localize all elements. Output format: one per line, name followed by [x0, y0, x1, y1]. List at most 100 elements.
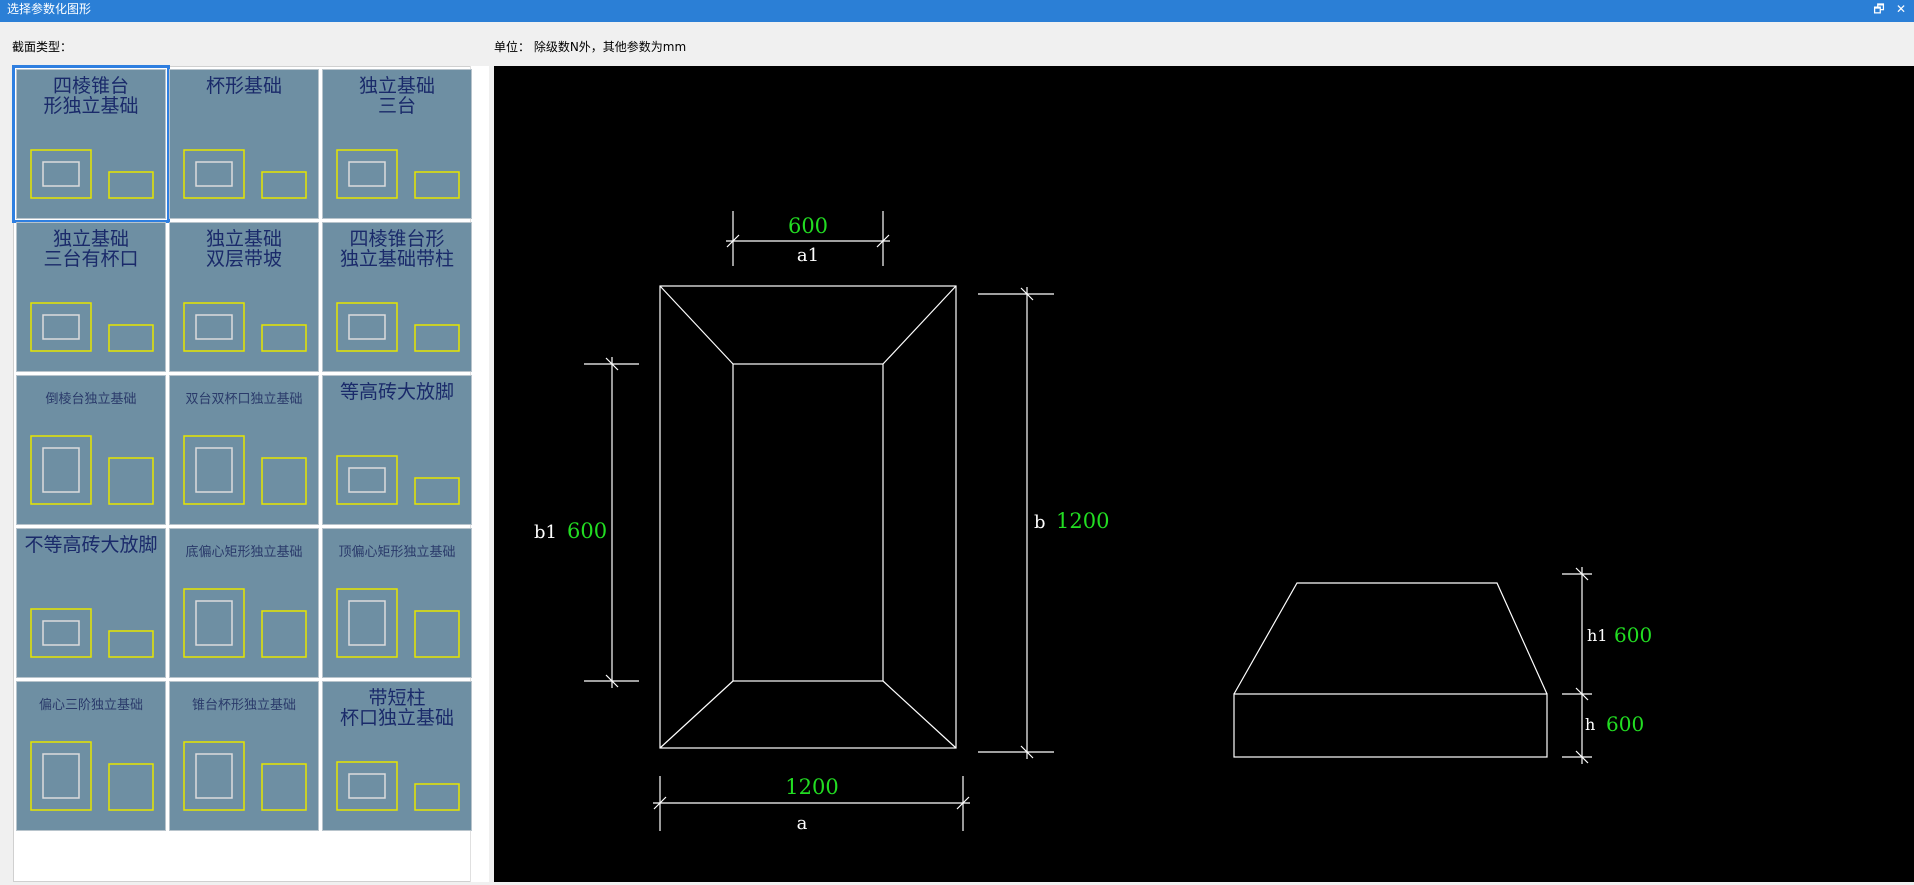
tile-shape [195, 314, 233, 340]
tile-shape [183, 149, 245, 199]
tile-title-line: 四棱锥台形 [349, 228, 445, 250]
section-tile-7[interactable]: 倒棱台独立基础 [16, 375, 166, 525]
tile-shape [348, 600, 386, 646]
plan-diag-tr [882, 285, 957, 365]
unit-label: 单位： 除级数N外，其他参数为mm [494, 40, 687, 54]
tile-title: 四棱锥台形 独立基础带柱 [327, 229, 467, 269]
elevation-base [1233, 693, 1548, 758]
tile-shape [108, 630, 154, 658]
tile-title: 底偏心矩形独立基础 [174, 545, 314, 560]
tile-shape [30, 302, 92, 352]
tile-title: 倒棱台独立基础 [21, 392, 161, 407]
tile-shape [414, 324, 460, 352]
label-b: b [1034, 512, 1046, 533]
tile-shape [42, 161, 80, 187]
value-h: 600 [1606, 712, 1644, 736]
tile-title-line: 底偏心矩形独立基础 [185, 545, 303, 560]
section-tile-10[interactable]: 不等高砖大放脚 [16, 528, 166, 678]
tile-shape [195, 161, 233, 187]
section-tile-12[interactable]: 顶偏心矩形独立基础 [322, 528, 472, 678]
tile-title-line: 杯口独立基础 [339, 707, 454, 729]
tile-shape [30, 608, 92, 658]
tile-shape [42, 620, 80, 646]
tile-shape [42, 753, 80, 799]
tile-shape [261, 763, 307, 811]
tile-shape [336, 455, 398, 505]
tile-title: 偏心三阶独立基础 [21, 698, 161, 713]
plan-diag-tl [659, 285, 734, 365]
tile-title: 等高砖大放脚 [327, 382, 467, 402]
section-tile-9[interactable]: 等高砖大放脚 [322, 375, 472, 525]
tile-title: 不等高砖大放脚 [21, 535, 161, 555]
tile-shape [42, 314, 80, 340]
plan-view [584, 211, 1054, 831]
tile-title-line: 杯形基础 [205, 75, 282, 97]
tile-title: 顶偏心矩形独立基础 [327, 545, 467, 560]
tile-shape [414, 477, 460, 505]
tile-title: 独立基础 三台 [327, 76, 467, 116]
section-tile-15[interactable]: 带短柱 杯口独立基础 [322, 681, 472, 831]
tile-title: 锥台杯形独立基础 [174, 698, 314, 713]
section-tile-5[interactable]: 独立基础 双层带坡 [169, 222, 319, 372]
section-tile-13[interactable]: 偏心三阶独立基础 [16, 681, 166, 831]
preview-drawing: 600 a1 1200 a b1 600 b 1200 h1 600 h 600 [534, 211, 1652, 834]
section-tile-4[interactable]: 独立基础 三台有杯口 [16, 222, 166, 372]
tile-title-line: 独立基础 [205, 228, 282, 250]
tile-shape [108, 324, 154, 352]
tile-title-line: 锥台杯形独立基础 [191, 698, 296, 713]
list-scrollbar[interactable] [470, 66, 489, 882]
tile-title-line: 偏心三阶独立基础 [38, 698, 143, 713]
label-h: h [1585, 715, 1595, 734]
tile-title-line: 双层带坡 [205, 248, 282, 270]
preview-canvas: 600 a1 1200 a b1 600 b 1200 h1 600 h 600 [494, 66, 1914, 882]
tile-shape [183, 588, 245, 658]
tile-shape [348, 467, 386, 493]
tile-shape [195, 753, 233, 799]
value-a: 1200 [785, 775, 838, 799]
tile-shape [348, 314, 386, 340]
label-h1: h1 [1587, 626, 1607, 645]
plan-outer-rect [659, 285, 957, 749]
tile-shape [336, 588, 398, 658]
value-h1: 600 [1614, 623, 1652, 647]
tile-shape [183, 741, 245, 811]
tile-title: 双台双杯口独立基础 [174, 392, 314, 407]
title-bar: 选择参数化图形 🗗 ✕ [0, 0, 1914, 22]
section-tile-14[interactable]: 锥台杯形独立基础 [169, 681, 319, 831]
tile-shape [414, 171, 460, 199]
section-tile-11[interactable]: 底偏心矩形独立基础 [169, 528, 319, 678]
plan-diag-bl [659, 680, 734, 749]
value-b1: 600 [567, 519, 607, 543]
section-type-label: 截面类型： [12, 40, 73, 54]
tile-shape [336, 149, 398, 199]
tile-shape [30, 435, 92, 505]
tile-shape [261, 171, 307, 199]
tile-shape [42, 447, 80, 493]
tile-shape [261, 610, 307, 658]
section-tile-6[interactable]: 四棱锥台形 独立基础带柱 [322, 222, 472, 372]
section-tile-2[interactable]: 杯形基础 [169, 69, 319, 219]
tile-shape [336, 761, 398, 811]
tile-shape [348, 773, 386, 799]
tile-shape [108, 763, 154, 811]
tile-shape [261, 324, 307, 352]
tile-shape [183, 435, 245, 505]
close-icon[interactable]: ✕ [1892, 0, 1910, 18]
value-a1: 600 [788, 214, 828, 238]
tile-title: 独立基础 双层带坡 [174, 229, 314, 269]
label-a: a [797, 813, 808, 834]
tile-shape [348, 161, 386, 187]
plan-diag-br [882, 680, 957, 749]
tile-title-line: 独立基础 [52, 228, 129, 250]
tile-shape [195, 600, 233, 646]
plan-inner-rect [732, 363, 884, 682]
tile-title-line: 三台有杯口 [43, 248, 139, 270]
section-tile-1[interactable]: 四棱锥台 形独立基础 [12, 65, 170, 223]
tile-shape [195, 447, 233, 493]
section-tile-8[interactable]: 双台双杯口独立基础 [169, 375, 319, 525]
tile-title-line: 四棱锥台 [52, 75, 129, 97]
section-tile-3[interactable]: 独立基础 三台 [322, 69, 472, 219]
restore-icon[interactable]: 🗗 [1870, 0, 1888, 18]
tile-title: 杯形基础 [174, 76, 314, 96]
tile-shape [414, 610, 460, 658]
